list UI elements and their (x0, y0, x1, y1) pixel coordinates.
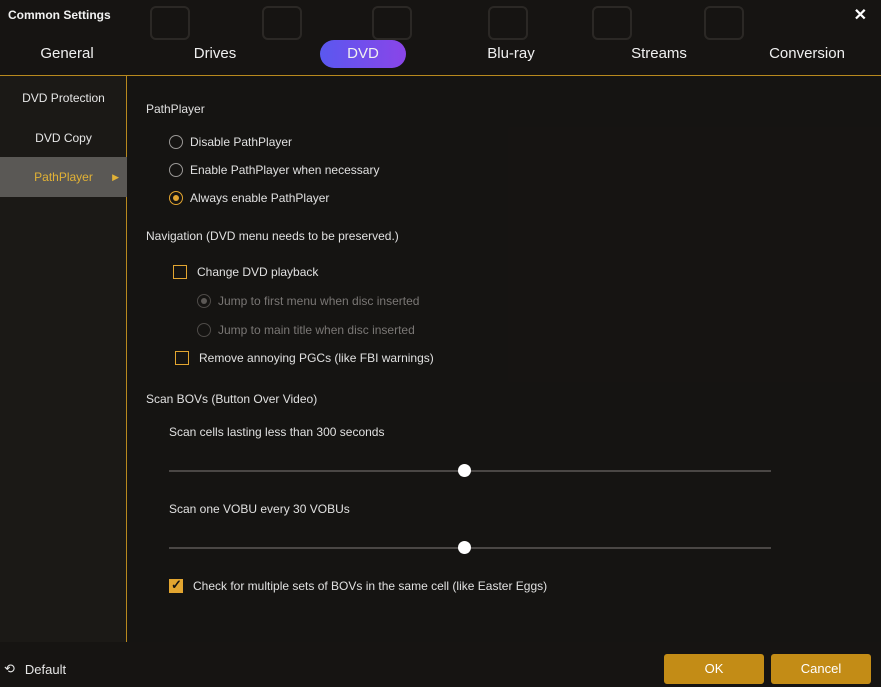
checkbox[interactable] (175, 351, 189, 365)
radio-disable-pathplayer[interactable]: Disable PathPlayer (169, 135, 292, 149)
checkbox-label: Change DVD playback (197, 265, 319, 279)
checkbox-remove-pgcs[interactable]: Remove annoying PGCs (like FBI warnings) (175, 351, 434, 365)
footer: ⟲ Default OK Cancel (0, 642, 881, 687)
slider-thumb[interactable] (457, 464, 471, 477)
tab-conversion[interactable]: Conversion (764, 40, 850, 68)
checkbox-easter-eggs[interactable]: Check for multiple sets of BOVs in the s… (169, 577, 548, 593)
radio-label: Jump to first menu when disc inserted (218, 294, 420, 308)
checkbox-checked[interactable] (169, 577, 183, 593)
scan-cells-label: Scan cells lasting less than 300 seconds (169, 425, 385, 439)
checkbox-label: Remove annoying PGCs (like FBI warnings) (199, 351, 434, 365)
scan-vobu-slider[interactable] (169, 540, 771, 556)
default-label: Default (24, 661, 67, 677)
title-bar: Common Settings ✕ (0, 0, 881, 32)
radio-label: Jump to main title when disc inserted (218, 323, 415, 337)
tab-blu-ray[interactable]: Blu-ray (468, 40, 554, 68)
radio-button-disabled (197, 323, 211, 337)
radio-enable-when-necessary[interactable]: Enable PathPlayer when necessary (169, 163, 379, 177)
radio-always-enable[interactable]: Always enable PathPlayer (169, 191, 329, 205)
pathplayer-heading: PathPlayer (146, 102, 205, 116)
close-icon[interactable]: ✕ (854, 5, 867, 25)
window-title: Common Settings (8, 8, 111, 22)
radio-button-disabled (197, 294, 211, 308)
sidebar: DVD Protection DVD Copy PathPlayer ▶ (0, 76, 127, 642)
sidebar-item-dvd-copy[interactable]: DVD Copy (0, 118, 127, 158)
radio-label: Disable PathPlayer (190, 135, 293, 149)
ok-button[interactable]: OK (664, 654, 764, 684)
navigation-heading: Navigation (DVD menu needs to be preserv… (146, 229, 399, 243)
radio-button[interactable] (169, 135, 183, 149)
checkbox-label: Check for multiple sets of BOVs in the s… (193, 579, 548, 593)
tab-drives[interactable]: Drives (172, 40, 258, 68)
checkbox-change-dvd-playback[interactable]: Change DVD playback (173, 265, 318, 279)
radio-button[interactable] (169, 163, 183, 177)
radio-jump-first-menu: Jump to first menu when disc inserted (197, 294, 419, 308)
sidebar-item-label: PathPlayer (34, 170, 93, 184)
sidebar-item-pathplayer[interactable]: PathPlayer ▶ (0, 157, 127, 197)
cancel-button[interactable]: Cancel (771, 654, 871, 684)
scan-cells-slider[interactable] (169, 463, 771, 479)
tab-streams[interactable]: Streams (616, 40, 702, 68)
default-button[interactable]: ⟲ Default (4, 661, 66, 677)
scan-vobu-label: Scan one VOBU every 30 VOBUs (169, 502, 350, 516)
chevron-right-icon: ▶ (112, 172, 119, 182)
reset-icon: ⟲ (4, 661, 15, 676)
radio-jump-main-title: Jump to main title when disc inserted (197, 323, 415, 337)
radio-label: Always enable PathPlayer (190, 191, 330, 205)
tab-bar: General Drives DVD Blu-ray Streams Conve… (0, 38, 881, 72)
radio-label: Enable PathPlayer when necessary (190, 163, 380, 177)
radio-button-selected[interactable] (169, 191, 183, 205)
checkbox[interactable] (173, 265, 187, 279)
tab-general[interactable]: General (24, 40, 110, 68)
scan-bovs-heading: Scan BOVs (Button Over Video) (146, 392, 318, 406)
settings-panel: DVD Protection DVD Copy PathPlayer ▶ Pat… (0, 75, 881, 642)
slider-thumb[interactable] (457, 541, 471, 554)
pathplayer-content: PathPlayer Disable PathPlayer Enable Pat… (128, 76, 881, 642)
sidebar-item-dvd-protection[interactable]: DVD Protection (0, 78, 127, 118)
tab-dvd[interactable]: DVD (320, 40, 406, 68)
